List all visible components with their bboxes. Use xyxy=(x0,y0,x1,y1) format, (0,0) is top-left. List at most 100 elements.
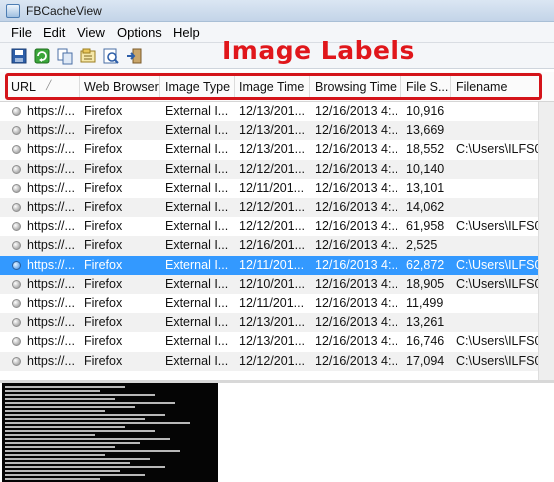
cell-image-type: External I... xyxy=(165,161,229,176)
cell-browsing-time: 12/16/2013 4:... xyxy=(315,104,397,118)
refresh-icon[interactable] xyxy=(33,47,51,65)
cell-web-browser: Firefox xyxy=(84,142,123,157)
preview-text-line xyxy=(5,398,115,400)
cell-file-size: 61,958 xyxy=(406,219,445,234)
cell-image-time: 12/13/201... xyxy=(239,334,306,349)
cell-image-time: 12/13/201... xyxy=(239,315,306,330)
row-status-icon xyxy=(12,203,21,212)
cell-filename: C:\Users\ILFS01\A xyxy=(456,276,538,291)
vertical-scrollbar[interactable] xyxy=(538,102,554,380)
cell-web-browser: Firefox xyxy=(84,123,123,138)
cell-browsing-time: 12/16/2013 4:... xyxy=(315,238,397,253)
preview-text-line xyxy=(5,406,135,408)
table-row[interactable]: https://... Firefox External I... 12/13/201… xyxy=(0,102,554,121)
preview-text-line xyxy=(5,454,105,456)
column-header-row: URL ╱ Web Browser Image Type Image Time … xyxy=(0,72,554,102)
cell-browsing-time: 12/16/2013 4:... xyxy=(315,142,397,157)
cell-web-browser: Firefox xyxy=(84,180,123,195)
cell-file-size: 10,916 xyxy=(406,104,445,118)
row-status-icon xyxy=(12,337,21,347)
cell-url: https://... xyxy=(27,219,75,234)
menu-help[interactable]: Help xyxy=(173,25,200,40)
menu-options[interactable]: Options xyxy=(117,25,162,40)
row-status-icon xyxy=(12,299,21,308)
annotation-label: Image Labels xyxy=(222,36,415,65)
table-row[interactable]: https://... Firefox External I... 12/12/201… xyxy=(0,217,554,236)
preview-text-line xyxy=(5,386,125,388)
row-status-icon xyxy=(12,222,21,232)
copy-icon[interactable] xyxy=(56,47,74,65)
preview-pane xyxy=(0,383,554,482)
cell-image-type: External I... xyxy=(165,180,229,195)
preview-text-line xyxy=(5,458,150,460)
cell-file-size: 14,062 xyxy=(406,200,445,214)
cell-filename: C:\Users\ILFS01\A xyxy=(456,219,538,234)
preview-text-line xyxy=(5,434,95,436)
menu-view[interactable]: View xyxy=(77,25,105,40)
preview-text-line xyxy=(5,430,155,432)
table-row[interactable]: https://... Firefox External I... 12/16/201… xyxy=(0,236,554,256)
preview-text-line xyxy=(5,402,175,404)
table-row[interactable]: https://... Firefox External I... 12/11/201… xyxy=(0,255,554,275)
cell-url: https://... xyxy=(27,200,75,214)
table-row[interactable]: https://... Firefox External I... 12/11/201… xyxy=(0,294,554,313)
table-row[interactable]: https://... Firefox External I... 12/12/201… xyxy=(0,159,554,179)
cell-browsing-time: 12/16/2013 4:... xyxy=(315,257,397,272)
preview-text-line xyxy=(5,438,170,440)
cell-image-time: 12/12/201... xyxy=(239,200,306,214)
cell-web-browser: Firefox xyxy=(84,296,123,310)
cell-image-type: External I... xyxy=(165,353,229,368)
cell-web-browser: Firefox xyxy=(84,219,123,234)
cell-image-type: External I... xyxy=(165,238,229,253)
preview-text-line xyxy=(5,422,190,424)
properties-icon[interactable] xyxy=(79,47,97,65)
cell-image-time: 12/11/201... xyxy=(239,257,305,272)
cell-web-browser: Firefox xyxy=(84,257,123,272)
cell-image-type: External I... xyxy=(165,296,229,310)
cell-image-time: 12/12/201... xyxy=(239,219,306,234)
table-row[interactable]: https://... Firefox External I... 12/10/201… xyxy=(0,274,554,294)
cell-url: https://... xyxy=(27,334,75,349)
cell-web-browser: Firefox xyxy=(84,353,123,368)
preview-text-line xyxy=(5,462,130,464)
cell-file-size: 17,094 xyxy=(406,353,445,368)
cell-filename: C:\Users\ILFS01\A xyxy=(456,334,538,349)
row-status-icon xyxy=(12,356,21,366)
table-row[interactable]: https://... Firefox External I... 12/13/201… xyxy=(0,140,554,159)
table-row[interactable]: https://... Firefox External I... 12/13/201… xyxy=(0,332,554,351)
cell-file-size: 13,101 xyxy=(406,180,445,195)
cache-list: URL ╱ Web Browser Image Type Image Time … xyxy=(0,72,554,380)
cell-image-type: External I... xyxy=(165,104,229,118)
save-icon[interactable] xyxy=(10,47,28,65)
table-row[interactable]: https://... Firefox External I... 12/13/201… xyxy=(0,121,554,141)
find-icon[interactable] xyxy=(102,47,120,65)
menu-file[interactable]: File xyxy=(11,25,32,40)
row-status-icon xyxy=(12,126,21,136)
row-status-icon xyxy=(12,164,21,174)
title-bar: FBCacheView xyxy=(0,0,554,22)
preview-text-line xyxy=(5,478,100,480)
row-status-icon xyxy=(12,107,21,116)
cell-browsing-time: 12/16/2013 4:... xyxy=(315,200,397,214)
cell-filename: C:\Users\ILFS01\A xyxy=(456,353,538,368)
preview-text-line xyxy=(5,446,115,448)
table-row[interactable]: https://... Firefox External I... 12/13/201… xyxy=(0,313,554,333)
cell-image-type: External I... xyxy=(165,200,229,214)
cell-web-browser: Firefox xyxy=(84,334,123,349)
cell-web-browser: Firefox xyxy=(84,200,123,214)
table-row[interactable]: https://... Firefox External I... 12/11/201… xyxy=(0,179,554,198)
cell-browsing-time: 12/16/2013 4:... xyxy=(315,296,397,310)
cell-image-time: 12/13/201... xyxy=(239,142,306,157)
cell-browsing-time: 12/16/2013 4:... xyxy=(315,353,397,368)
menu-edit[interactable]: Edit xyxy=(43,25,65,40)
table-row[interactable]: https://... Firefox External I... 12/12/201… xyxy=(0,351,554,371)
cell-web-browser: Firefox xyxy=(84,276,123,291)
cell-file-size: 16,746 xyxy=(406,334,445,349)
cached-image-preview xyxy=(2,383,218,482)
cell-browsing-time: 12/16/2013 4:... xyxy=(315,180,397,195)
table-row[interactable]: https://... Firefox External I... 12/12/201… xyxy=(0,198,554,218)
preview-text-line xyxy=(5,474,145,476)
cell-url: https://... xyxy=(27,123,75,138)
cell-filename: C:\Users\ILFS01\A xyxy=(456,257,538,272)
exit-icon[interactable] xyxy=(125,47,143,65)
